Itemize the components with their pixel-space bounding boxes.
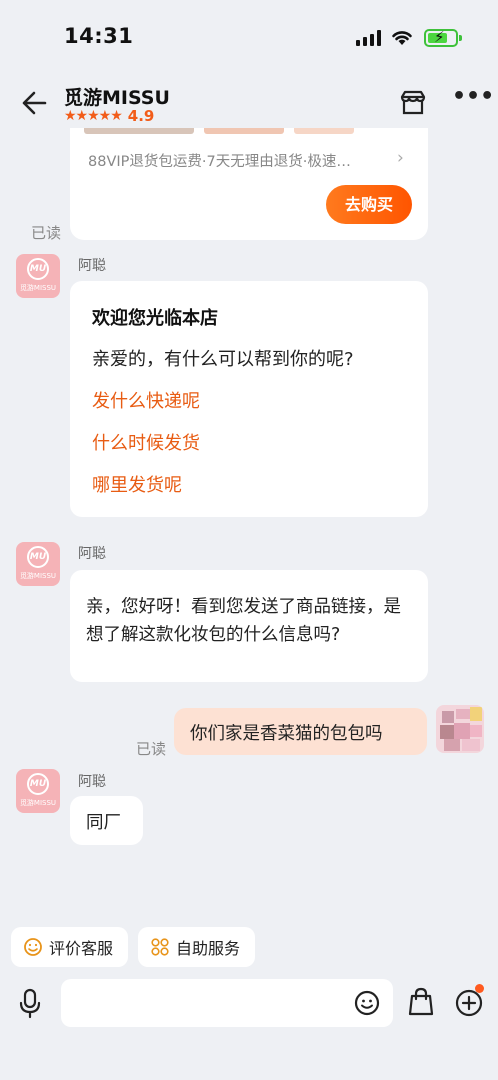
add-icon[interactable] (455, 989, 483, 1017)
message-input[interactable] (61, 979, 393, 1027)
message-text: 亲，您好呀！看到您发送了商品链接，是想了解这款化妆包的什么信息吗? (86, 597, 401, 645)
read-receipt: 已读 (31, 224, 62, 242)
chevron-right-icon[interactable]: › (397, 148, 404, 168)
buy-button[interactable]: 去购买 (326, 185, 412, 224)
message-text: 同厂 (86, 813, 121, 833)
agent-avatar[interactable]: MU 觅游MISSU (16, 769, 60, 813)
status-time: 14:31 (64, 24, 134, 48)
store-icon[interactable] (398, 88, 428, 118)
welcome-text: 亲爱的，有什么可以帮到你的呢? (92, 349, 354, 370)
shop-rating: ★★★★★ 4.9 (64, 107, 154, 125)
sender-name: 阿聪 (78, 258, 106, 274)
quick-question[interactable]: 什么时候发货 (92, 429, 200, 455)
sender-name: 阿聪 (78, 774, 106, 790)
read-receipt: 已读 (136, 740, 167, 758)
user-avatar[interactable] (436, 705, 484, 753)
sender-name: 阿聪 (78, 546, 106, 562)
self-service-button[interactable]: 自助服务 (138, 927, 255, 967)
shopping-bag-icon[interactable] (407, 987, 435, 1017)
grid-icon (151, 938, 169, 956)
action-label: 自助服务 (176, 939, 241, 958)
message-bubble: 同厂 (70, 796, 143, 845)
message-text: 你们家是香菜猫的包包吗 (190, 724, 383, 744)
battery-icon: ⚡ (424, 28, 462, 47)
my-message-bubble: 你们家是香菜猫的包包吗 (174, 708, 427, 755)
action-label: 评价客服 (49, 939, 114, 958)
product-services: 88VIP退货包运费·7天无理由退货·极速… (88, 154, 351, 170)
more-options-icon[interactable]: ••• (452, 86, 494, 112)
wifi-icon (392, 31, 412, 45)
cellular-signal-icon (356, 30, 382, 46)
agent-avatar[interactable]: MU 觅游MISSU (16, 254, 60, 298)
smile-icon (24, 938, 42, 956)
voice-input-icon[interactable] (16, 987, 44, 1019)
welcome-card: 欢迎您光临本店 亲爱的，有什么可以帮到你的呢? 发什么快递呢 什么时候发货 哪里… (70, 281, 428, 517)
back-arrow-icon[interactable] (18, 88, 48, 118)
quick-question[interactable]: 发什么快递呢 (92, 387, 200, 413)
notification-dot (475, 984, 484, 993)
agent-avatar[interactable]: MU 觅游MISSU (16, 542, 60, 586)
welcome-title: 欢迎您光临本店 (92, 308, 218, 329)
star-rating-icon: ★★★★★ (64, 108, 123, 124)
rating-value: 4.9 (127, 107, 155, 125)
product-card[interactable]: 88VIP退货包运费·7天无理由退货·极速… › 去购买 (70, 128, 428, 240)
emoji-icon[interactable] (354, 990, 380, 1016)
rate-service-button[interactable]: 评价客服 (11, 927, 128, 967)
quick-question[interactable]: 哪里发货呢 (92, 471, 182, 497)
message-bubble: 亲，您好呀！看到您发送了商品链接，是想了解这款化妆包的什么信息吗? (70, 570, 428, 682)
product-price-strip (84, 128, 404, 136)
shop-title[interactable]: 觅游MISSU (64, 83, 170, 110)
